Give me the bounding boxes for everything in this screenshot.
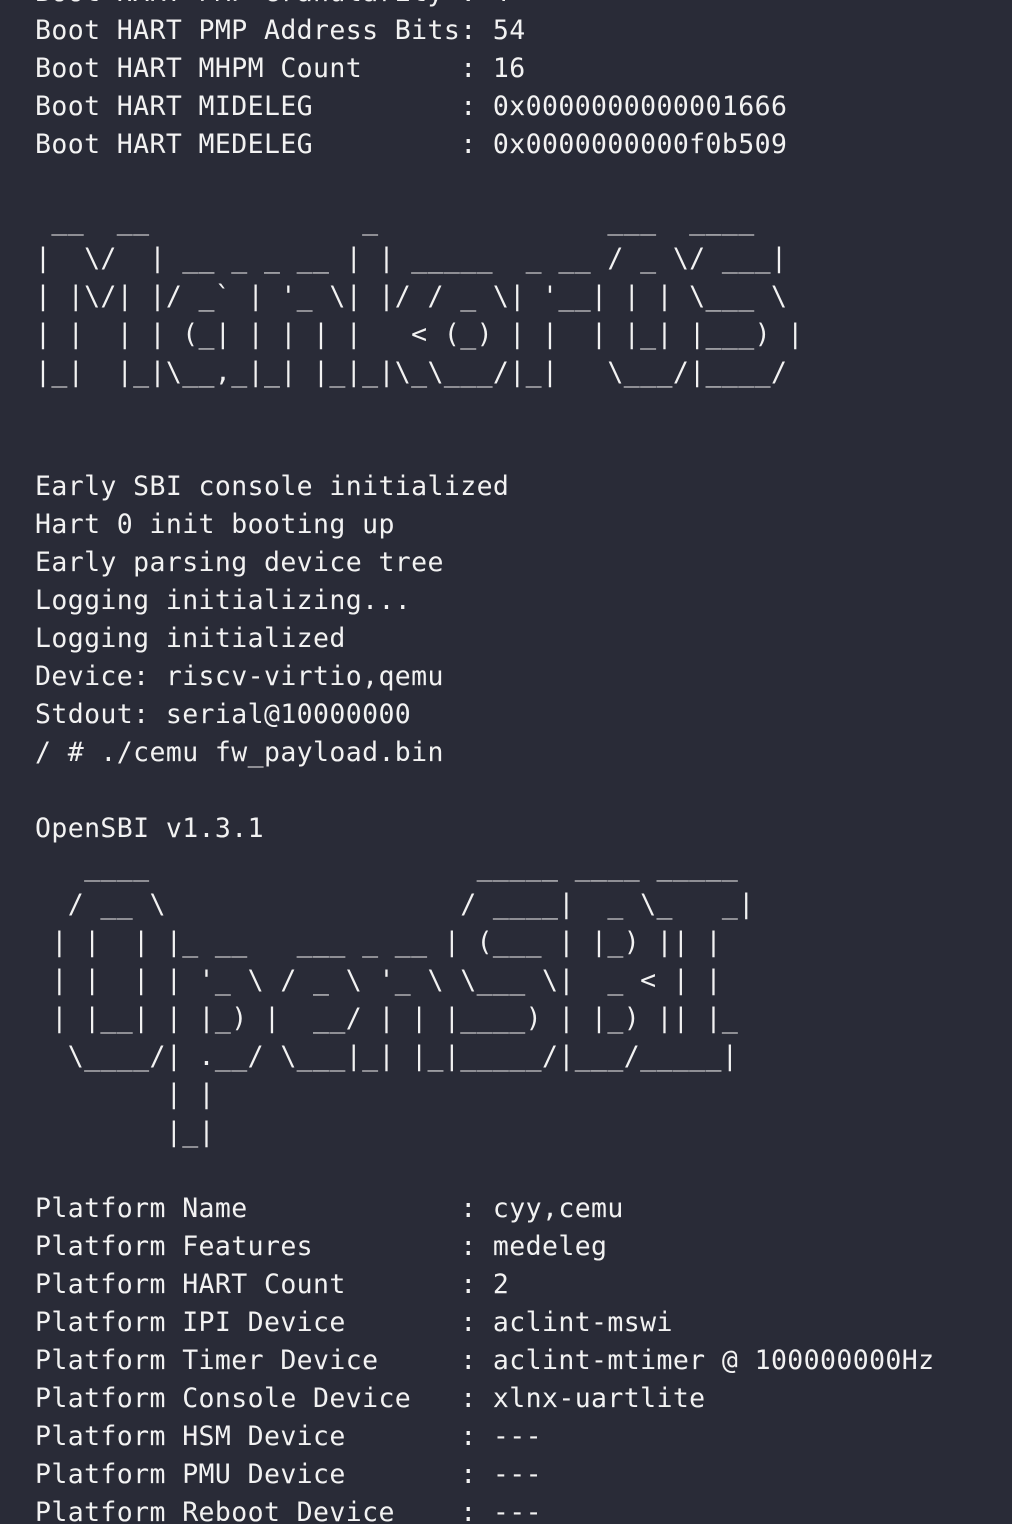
terminal-line: Early parsing device tree bbox=[35, 547, 444, 578]
terminal-line: Early SBI console initialized bbox=[35, 471, 510, 502]
ascii-logo-line: \____/| .__/ \___|_| |_|_____/|___/_____… bbox=[35, 1041, 739, 1072]
ascii-logo-line: | |__| | |_) | __/ | | |____) | |_) || |… bbox=[35, 1003, 739, 1034]
terminal-line: Platform Console Device : xlnx-uartlite bbox=[35, 1383, 706, 1414]
terminal-line: Platform HART Count : 2 bbox=[35, 1269, 510, 1300]
terminal-line: Boot HART MHPM Count : 16 bbox=[35, 53, 526, 84]
ascii-banner-line: |_| |_|\__,_|_| |_|_|\_\___/|_| \___/|__… bbox=[35, 357, 788, 388]
terminal-output: Boot HART PMP Granularity : 4 Boot HART P… bbox=[35, 0, 935, 1524]
ascii-logo-line: ____ _____ ____ _____ bbox=[35, 851, 739, 882]
terminal-line: Platform IPI Device : aclint-mswi bbox=[35, 1307, 673, 1338]
terminal-line: Platform PMU Device : --- bbox=[35, 1459, 542, 1490]
terminal-line: Stdout: serial@10000000 bbox=[35, 699, 412, 730]
terminal-line: Boot HART MIDELEG : 0x0000000000001666 bbox=[35, 91, 788, 122]
ascii-banner-line: | |\/| |/ _` | '_ \| |/ / _ \| '__| | | … bbox=[35, 281, 788, 312]
terminal-line: Platform HSM Device : --- bbox=[35, 1421, 542, 1452]
ascii-banner-line: __ __ _ ___ ____ bbox=[35, 205, 755, 236]
ascii-banner-line: | \/ | __ _ _ __ | | _____ _ __ / _ \/ _… bbox=[35, 243, 788, 274]
terminal-line: OpenSBI v1.3.1 bbox=[35, 813, 264, 844]
terminal-line: Logging initializing... bbox=[35, 585, 412, 616]
terminal-line: Platform Reboot Device : --- bbox=[35, 1497, 542, 1524]
terminal-line: Boot HART MEDELEG : 0x0000000000f0b509 bbox=[35, 129, 788, 160]
terminal-line: Logging initialized bbox=[35, 623, 346, 654]
ascii-logo-line: | | | |_ __ ___ _ __ | (___ | |_) || | bbox=[35, 927, 722, 958]
ascii-logo-line: | | | | '_ \ / _ \ '_ \ \___ \| _ < | | bbox=[35, 965, 722, 996]
terminal-line: Platform Features : medeleg bbox=[35, 1231, 608, 1262]
terminal-window[interactable]: Boot HART PMP Granularity : 4 Boot HART P… bbox=[0, 0, 1012, 1524]
terminal-line: Platform Name : cyy,cemu bbox=[35, 1193, 624, 1224]
ascii-logo-line: / __ \ / ____| _ \_ _| bbox=[35, 889, 755, 920]
terminal-line: Device: riscv-virtio,qemu bbox=[35, 661, 444, 692]
ascii-logo-line: | | bbox=[35, 1079, 215, 1110]
ascii-logo-line: |_| bbox=[35, 1117, 215, 1148]
terminal-line: Hart 0 init booting up bbox=[35, 509, 395, 540]
terminal-line: Boot HART PMP Address Bits: 54 bbox=[35, 15, 526, 46]
shell-command-line: / # ./cemu fw_payload.bin bbox=[35, 737, 444, 768]
terminal-line: Platform Timer Device : aclint-mtimer @ … bbox=[35, 1345, 935, 1376]
terminal-line: Boot HART PMP Granularity : 4 bbox=[35, 0, 935, 12]
ascii-banner-line: | | | | (_| | | | | < (_) | | | |_| |___… bbox=[35, 319, 804, 350]
